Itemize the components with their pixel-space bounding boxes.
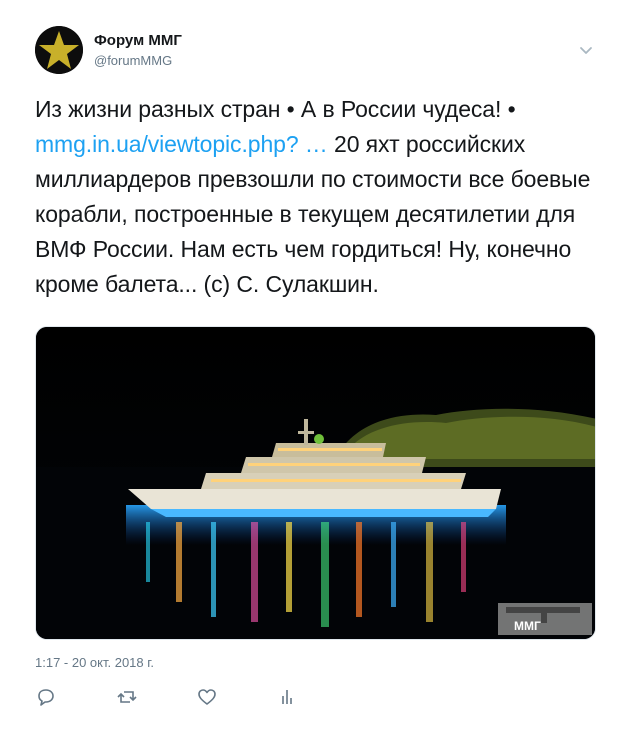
tweet-photo[interactable]: ММГ (35, 326, 596, 640)
analytics-icon (282, 690, 292, 704)
reply-button[interactable] (35, 686, 57, 708)
timestamp[interactable]: 1:17 - 20 окт. 2018 г. (35, 655, 154, 670)
tweet-text: Из жизни разных стран • А в России чудес… (35, 92, 607, 302)
tweet-link[interactable]: mmg.in.ua/viewtopic.php? … (35, 131, 328, 157)
star-icon (35, 26, 83, 74)
avatar[interactable] (35, 26, 83, 74)
like-button[interactable] (196, 686, 218, 708)
yacht-photo: ММГ (36, 327, 595, 639)
tweet-card: Форум ММГ @forumMMG Из жизни разных стра… (0, 0, 632, 734)
reply-icon (38, 689, 54, 706)
retweet-button[interactable] (116, 686, 138, 708)
chevron-down-icon[interactable] (578, 44, 594, 56)
author-name[interactable]: Форум ММГ (94, 32, 182, 49)
heart-icon (198, 689, 216, 705)
analytics-button[interactable] (276, 686, 298, 708)
watermark-text: ММГ (514, 619, 541, 633)
author-handle[interactable]: @forumMMG (94, 53, 172, 68)
tweet-text-part1: Из жизни разных стран • А в России чудес… (35, 96, 516, 122)
retweet-icon (117, 691, 137, 703)
